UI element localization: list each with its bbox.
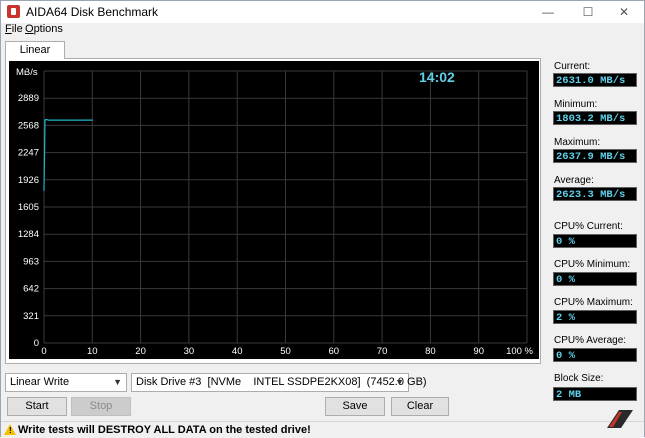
stat-value: 0 % <box>553 348 637 362</box>
stat-label: CPU% Current: <box>554 221 623 232</box>
minimize-button[interactable]: — <box>529 1 567 23</box>
stat-value: 2 MB <box>553 387 637 401</box>
stat-value: 2 % <box>553 310 637 324</box>
x-tick-label: 70 <box>377 346 388 357</box>
aida64-app-icon <box>7 5 20 18</box>
x-tick-label: 10 <box>87 346 98 357</box>
series-point <box>91 119 93 121</box>
title-bar: AIDA64 Disk Benchmark — ☐ ✕ <box>1 1 644 23</box>
watermark-logo <box>607 410 633 428</box>
y-tick-label: 1605 <box>18 202 39 213</box>
x-tick-label: 20 <box>135 346 146 357</box>
y-tick-label: 0 <box>34 338 39 349</box>
app-window: AIDA64 Disk Benchmark — ☐ ✕ File Options… <box>0 0 645 438</box>
series-point <box>72 119 74 121</box>
menu-bar: File Options <box>1 23 644 37</box>
x-tick-label: 90 <box>473 346 484 357</box>
window-title: AIDA64 Disk Benchmark <box>26 5 159 19</box>
stop-button[interactable]: Stop <box>71 397 131 416</box>
benchmark-chart: 2889256822471926160512849636423210MB/s01… <box>9 61 539 359</box>
stat-value: 2623.3 MB/s <box>553 187 637 201</box>
close-button[interactable]: ✕ <box>605 1 643 23</box>
y-tick-label: 963 <box>23 256 39 267</box>
stat-value: 0 % <box>553 234 637 248</box>
warning-text: Write tests will DESTROY ALL DATA on the… <box>18 424 311 436</box>
menu-options[interactable]: Options <box>25 23 63 35</box>
stat-label: CPU% Minimum: <box>554 259 631 270</box>
clear-button[interactable]: Clear <box>391 397 449 416</box>
x-tick-label: 0 <box>41 346 46 357</box>
y-tick-label: 2247 <box>18 148 39 159</box>
tab-linear-write[interactable]: Linear Write <box>5 41 65 73</box>
chevron-down-icon: ▼ <box>395 377 404 387</box>
drive-select[interactable]: Disk Drive #3 [NVMe INTEL SSDPE2KX08] (7… <box>131 373 427 392</box>
y-tick-label: 2889 <box>18 93 39 104</box>
stat-label: Minimum: <box>554 99 598 110</box>
x-tick-label: 30 <box>184 346 195 357</box>
x-tick-label: 40 <box>232 346 243 357</box>
warning-bar: ! Write tests will DESTROY ALL DATA on t… <box>1 421 644 438</box>
x-tick-label: 60 <box>329 346 340 357</box>
y-tick-label: 321 <box>23 311 39 322</box>
elapsed-time: 14:02 <box>419 69 455 85</box>
y-tick-label: 1926 <box>18 175 39 186</box>
menu-file[interactable]: File <box>5 23 23 35</box>
stat-value: 1803.2 MB/s <box>553 111 637 125</box>
test-type-value: Linear Write <box>10 376 70 388</box>
stat-label: Block Size: <box>554 373 604 384</box>
x-tick-label: 50 <box>280 346 291 357</box>
stat-label: Current: <box>554 61 591 72</box>
series-point <box>43 189 45 191</box>
y-tick-label: 642 <box>23 284 39 295</box>
stat-value: 2631.0 MB/s <box>553 73 637 87</box>
drive-value: Disk Drive #3 [NVMe INTEL SSDPE2KX08] (7… <box>136 376 427 388</box>
maximize-button[interactable]: ☐ <box>569 1 607 23</box>
x-tick-label: 100 % <box>506 346 533 357</box>
stat-label: CPU% Maximum: <box>554 297 633 308</box>
start-button[interactable]: Start <box>7 397 67 416</box>
chevron-down-icon: ▼ <box>113 377 122 387</box>
y-tick-label: 1284 <box>18 229 39 240</box>
stat-label: Average: <box>554 175 594 186</box>
warning-icon: ! <box>4 424 16 435</box>
stat-value: 2637.9 MB/s <box>553 149 637 163</box>
save-button[interactable]: Save <box>325 397 385 416</box>
series-point <box>48 119 50 121</box>
series-point <box>57 119 60 121</box>
series-point <box>45 118 47 121</box>
stat-label: Maximum: <box>554 137 601 148</box>
stat-value: 0 % <box>553 272 637 286</box>
stat-label: CPU% Average: <box>554 335 627 346</box>
test-type-select[interactable]: Linear Write ▼ <box>5 373 127 392</box>
x-tick-label: 80 <box>425 346 436 357</box>
y-tick-label: 2568 <box>18 120 39 131</box>
